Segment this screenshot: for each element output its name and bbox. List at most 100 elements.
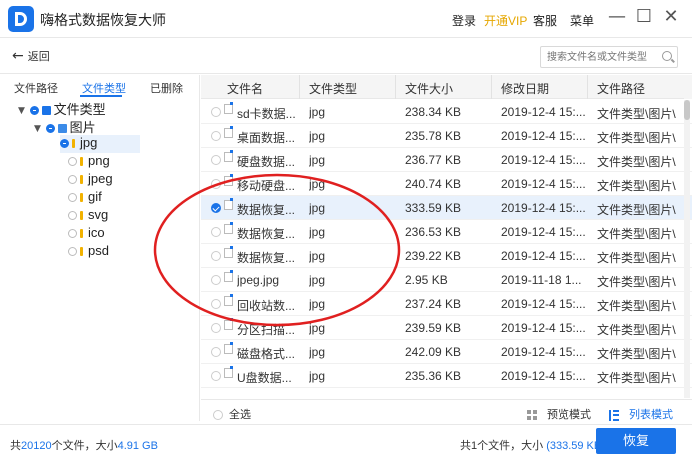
minimize-icon[interactable]: — xyxy=(606,7,628,29)
tree-item-psd[interactable]: psd xyxy=(68,243,109,261)
table-row[interactable]: 回收站数... jpg 237.24 KB 2019-12-4 15:... 文件类型\… xyxy=(201,292,692,316)
table-row[interactable]: jpeg.jpg jpg 2.95 KB 2019-11-18 1... 文件类型\图片… xyxy=(201,268,692,292)
table-row[interactable]: 硬盘数据... jpg 236.77 KB 2019-12-4 15:... 文件类型\… xyxy=(201,148,692,172)
vertical-scrollbar[interactable] xyxy=(684,100,690,398)
caret-down-icon[interactable]: ▼ xyxy=(34,124,42,134)
back-label: 返回 xyxy=(27,51,50,63)
search-box[interactable] xyxy=(540,46,678,68)
row-checkbox[interactable] xyxy=(211,299,221,309)
header-scroll-corner xyxy=(684,75,692,99)
row-checkbox[interactable] xyxy=(211,275,221,285)
row-checkbox[interactable] xyxy=(211,251,221,261)
row-checkbox[interactable] xyxy=(211,131,221,141)
cell-modified-date: 2019-12-4 15:... xyxy=(501,105,586,119)
tab-file-type[interactable]: 文件类型 xyxy=(82,80,126,96)
cell-modified-date: 2019-12-4 15:... xyxy=(501,297,586,311)
tree-checkbox[interactable] xyxy=(29,106,39,116)
row-checkbox[interactable] xyxy=(211,227,221,237)
column-divider[interactable] xyxy=(491,75,492,99)
cell-file-name: jpeg.jpg xyxy=(237,273,280,287)
tree-item-png[interactable]: png xyxy=(68,153,110,171)
menu-link[interactable]: 菜单 xyxy=(570,12,594,29)
cell-file-type: jpg xyxy=(309,273,326,287)
list-mode-button[interactable]: 列表模式 xyxy=(609,406,673,422)
cell-file-path: 文件类型\图片\ xyxy=(597,227,676,241)
table-row[interactable]: 数据恢复... jpg 239.22 KB 2019-12-4 15:... 文件类型\… xyxy=(201,244,692,268)
column-divider[interactable] xyxy=(587,75,588,99)
column-header-path[interactable]: 文件路径 xyxy=(597,80,645,97)
tree-item-label: ico xyxy=(88,225,105,240)
cell-file-path: 文件类型\图片\ xyxy=(597,299,676,313)
row-checkbox[interactable] xyxy=(211,179,221,189)
tree-checkbox[interactable] xyxy=(45,124,55,134)
service-link[interactable]: 客服 xyxy=(533,12,557,29)
table-row[interactable]: 分区扫描... jpg 239.59 KB 2019-12-4 15:... 文件类型\… xyxy=(201,316,692,340)
table-row[interactable]: 桌面数据... jpg 235.78 KB 2019-12-4 15:... 文件类型\… xyxy=(201,124,692,148)
cell-modified-date: 2019-12-4 15:... xyxy=(501,129,586,143)
row-checkbox[interactable] xyxy=(211,203,221,213)
login-link[interactable]: 登录 xyxy=(452,12,476,29)
column-header-name[interactable]: 文件名 xyxy=(227,80,263,97)
column-header-size[interactable]: 文件大小 xyxy=(405,80,453,97)
tree-checkbox[interactable] xyxy=(68,157,77,167)
tree-item-svg[interactable]: svg xyxy=(68,207,108,225)
search-icon[interactable] xyxy=(662,51,672,61)
tree-node-picture[interactable]: ▼ 图片 xyxy=(34,117,96,135)
back-button[interactable]: ← 返回 xyxy=(12,48,50,64)
tree-item-jpeg[interactable]: jpeg xyxy=(68,171,113,189)
tree-checkbox[interactable] xyxy=(68,211,77,221)
title-bar: 嗨格式数据恢复大师 登录 开通VIP 客服 菜单 — ☐ ✕ xyxy=(0,0,692,38)
column-header-type[interactable]: 文件类型 xyxy=(309,80,357,97)
table-row[interactable]: 磁盘格式... jpg 242.09 KB 2019-12-4 15:... 文件类型\… xyxy=(201,340,692,364)
tab-deleted[interactable]: 已删除 xyxy=(150,80,183,96)
close-icon[interactable]: ✕ xyxy=(660,7,682,29)
select-all[interactable]: 全选 xyxy=(213,406,251,422)
tree-checkbox[interactable] xyxy=(68,247,77,257)
cell-file-type: jpg xyxy=(309,249,326,263)
row-checkbox[interactable] xyxy=(211,347,221,357)
maximize-icon[interactable]: ☐ xyxy=(633,7,655,29)
cell-file-path: 文件类型\图片\ xyxy=(597,323,676,337)
tab-file-path[interactable]: 文件路径 xyxy=(14,80,58,96)
row-checkbox[interactable] xyxy=(211,371,221,381)
column-divider[interactable] xyxy=(299,75,300,99)
vip-link[interactable]: 开通VIP xyxy=(484,12,527,29)
cell-file-path: 文件类型\图片\ xyxy=(597,203,676,217)
table-row[interactable]: 移动硬盘... jpg 240.74 KB 2019-12-4 15:... 文件类型\… xyxy=(201,172,692,196)
tree-item-gif[interactable]: gif xyxy=(68,189,102,207)
tree-checkbox[interactable] xyxy=(68,193,77,203)
tree-checkbox[interactable] xyxy=(68,229,77,239)
row-checkbox[interactable] xyxy=(211,155,221,165)
select-all-checkbox[interactable] xyxy=(213,410,223,421)
tree-item-label: gif xyxy=(88,189,102,204)
cell-file-path: 文件类型\图片\ xyxy=(597,107,676,121)
table-row[interactable]: 数据恢复... jpg 333.59 KB 2019-12-4 15:... 文件类型\… xyxy=(201,196,692,220)
tree-node-root[interactable]: ▼ 文件类型 xyxy=(18,99,106,117)
table-row[interactable]: 数据恢复... jpg 236.53 KB 2019-12-4 15:... 文件类型\… xyxy=(201,220,692,244)
cell-file-type: jpg xyxy=(309,105,326,119)
column-divider[interactable] xyxy=(395,75,396,99)
cell-file-path: 文件类型\图片\ xyxy=(597,371,676,385)
table-row[interactable]: sd卡数据... jpg 238.34 KB 2019-12-4 15:... 文件类型… xyxy=(201,100,692,124)
tree-checkbox[interactable] xyxy=(68,175,77,185)
caret-down-icon[interactable]: ▼ xyxy=(18,106,26,116)
scrollbar-thumb[interactable] xyxy=(684,100,690,120)
image-file-icon xyxy=(224,294,233,306)
row-checkbox[interactable] xyxy=(211,107,221,117)
cell-file-size: 239.22 KB xyxy=(405,249,462,263)
cell-file-size: 236.53 KB xyxy=(405,225,462,239)
tree-checkbox[interactable] xyxy=(60,139,69,149)
tree-item-jpg[interactable]: jpg xyxy=(60,135,140,153)
search-input[interactable] xyxy=(547,49,657,65)
row-checkbox[interactable] xyxy=(211,323,221,333)
image-file-icon xyxy=(224,342,233,354)
folder-icon xyxy=(57,124,67,134)
tree-root-label: 文件类型 xyxy=(53,102,106,117)
recover-button[interactable]: 恢复 xyxy=(596,428,676,454)
status-bar: 共20120个文件，大小4.91 GB 共1个文件，大小 (333.59 KB)… xyxy=(0,424,692,459)
tree-item-ico[interactable]: ico xyxy=(68,225,105,243)
table-row[interactable]: U盘数据... jpg 235.36 KB 2019-12-4 15:... 文件类型\… xyxy=(201,364,692,388)
cell-file-type: jpg xyxy=(309,369,326,383)
column-header-date[interactable]: 修改日期 xyxy=(501,80,549,97)
preview-mode-button[interactable]: 预览模式 xyxy=(527,406,591,422)
